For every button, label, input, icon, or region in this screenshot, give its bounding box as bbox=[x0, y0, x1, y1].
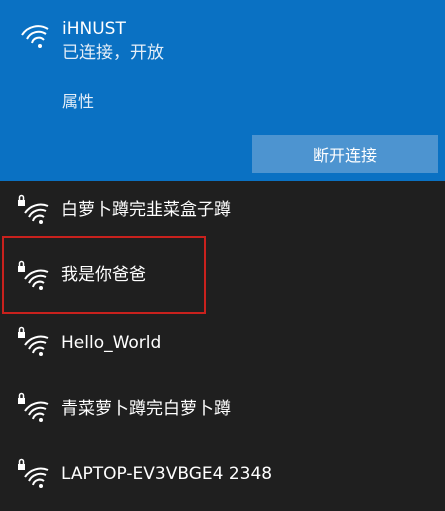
disconnect-button[interactable]: 断开连接 bbox=[252, 135, 438, 173]
connected-network-name: iHNUST bbox=[62, 19, 126, 39]
network-name: 白萝卜蹲完韭菜盒子蹲 bbox=[61, 200, 231, 220]
wifi-secured-icon bbox=[18, 458, 49, 488]
network-name: Hello_World bbox=[61, 333, 162, 353]
connection-status: 已连接，开放 bbox=[62, 43, 164, 63]
network-item[interactable]: 白萝卜蹲完韭菜盒子蹲 bbox=[0, 181, 445, 247]
properties-link[interactable]: 属性 bbox=[62, 91, 94, 113]
wifi-secured-icon bbox=[18, 392, 49, 422]
network-name: 青菜萝卜蹲完白萝卜蹲 bbox=[61, 399, 231, 419]
network-name: 我是你爸爸 bbox=[61, 265, 146, 285]
wifi-secured-icon bbox=[18, 326, 49, 356]
connected-network-panel[interactable]: iHNUST 已连接，开放 属性 断开连接 bbox=[0, 0, 445, 181]
wifi-secured-icon bbox=[18, 260, 49, 290]
network-item[interactable]: 青菜萝卜蹲完白萝卜蹲 bbox=[0, 379, 445, 445]
network-item[interactable]: Hello_World bbox=[0, 313, 445, 379]
wifi-icon bbox=[21, 25, 49, 48]
network-name: LAPTOP-EV3VBGE4 2348 bbox=[61, 464, 273, 484]
wifi-secured-icon bbox=[18, 194, 49, 224]
network-item[interactable]: LAPTOP-EV3VBGE4 2348 bbox=[0, 445, 445, 511]
network-item[interactable]: 我是你爸爸 bbox=[0, 247, 445, 313]
